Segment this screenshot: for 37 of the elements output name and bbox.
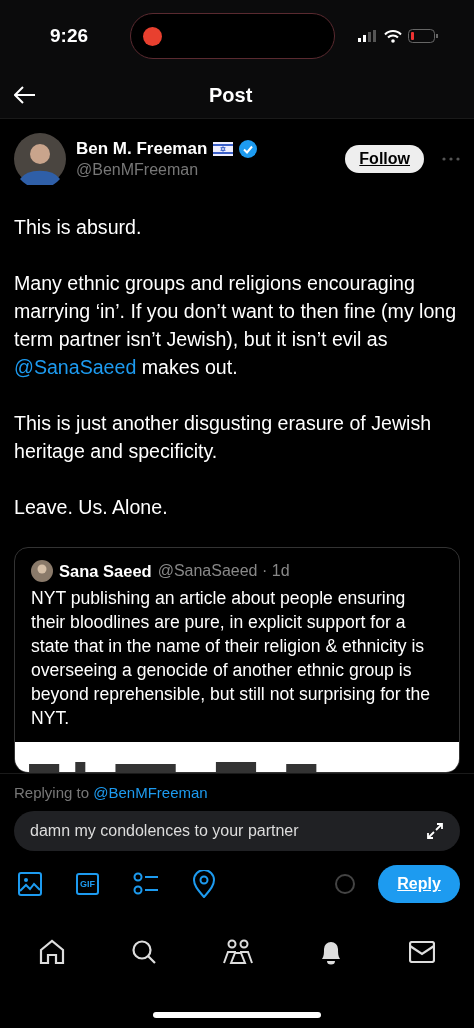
quoted-post-card[interactable] xyxy=(14,547,460,773)
quoted-author-name: Sana Saeed xyxy=(59,561,152,581)
avatar xyxy=(14,133,66,185)
author-name: Ben M. Freeman xyxy=(76,139,208,159)
progress-ring-icon xyxy=(334,873,356,895)
quoted-post-text: NYT publishing an article about people ensuring their bloodlines are pure, in explicit support for a state that in the name of their religion & ethnicity is overseeing a genocide of another ethnic group is beyond reprehensible, but still not surprising for the NYT. xyxy=(30,587,432,730)
back-arrow-icon[interactable] xyxy=(14,86,36,104)
follow-button[interactable]: Follow xyxy=(345,145,424,173)
location-pin-icon[interactable] xyxy=(193,870,215,898)
recording-dot-icon xyxy=(143,26,162,46)
poll-icon[interactable] xyxy=(133,872,159,896)
image-icon[interactable] xyxy=(18,872,42,896)
expand-icon[interactable] xyxy=(426,822,444,840)
signal-icon xyxy=(358,30,378,42)
status-time: 9:26 xyxy=(50,25,90,47)
mention-link[interactable]: @SanaSaeed xyxy=(14,356,137,378)
post-text: Leave. Us. Alone. xyxy=(14,495,169,520)
post-text: Many ethnic groups and religions encouraging marrying ‘in’. If you don’t want to then fine (my long term partner isn’t Jewish), but it isn’t evil as @SanaSaeed makes out. xyxy=(14,271,458,380)
author-handle: @BenMFreeman xyxy=(76,161,200,179)
search-icon[interactable] xyxy=(131,939,157,965)
home-icon[interactable] xyxy=(39,939,65,965)
quoted-avatar xyxy=(31,560,53,582)
bell-icon[interactable] xyxy=(319,939,343,965)
gif-button[interactable]: GIF xyxy=(76,873,99,895)
page-title: Post xyxy=(209,83,253,107)
envelope-icon[interactable] xyxy=(409,941,435,963)
post-text: This is absurd. xyxy=(14,215,143,240)
replying-to-label: Replying to xyxy=(14,784,90,801)
quoted-author-handle: @SanaSaeed · 1d xyxy=(157,562,290,580)
battery-icon xyxy=(408,29,438,43)
flag-icon xyxy=(213,142,234,156)
wifi-icon xyxy=(384,29,402,43)
more-icon[interactable] xyxy=(442,157,460,161)
people-icon[interactable] xyxy=(223,939,253,965)
mention-link[interactable]: @BenMFreeman xyxy=(93,784,208,801)
reply-input-field[interactable]: damn my condolences to your partner xyxy=(14,811,460,851)
post-text: This is just another disgusting erasure of Jewish heritage and specificity. xyxy=(14,411,433,464)
